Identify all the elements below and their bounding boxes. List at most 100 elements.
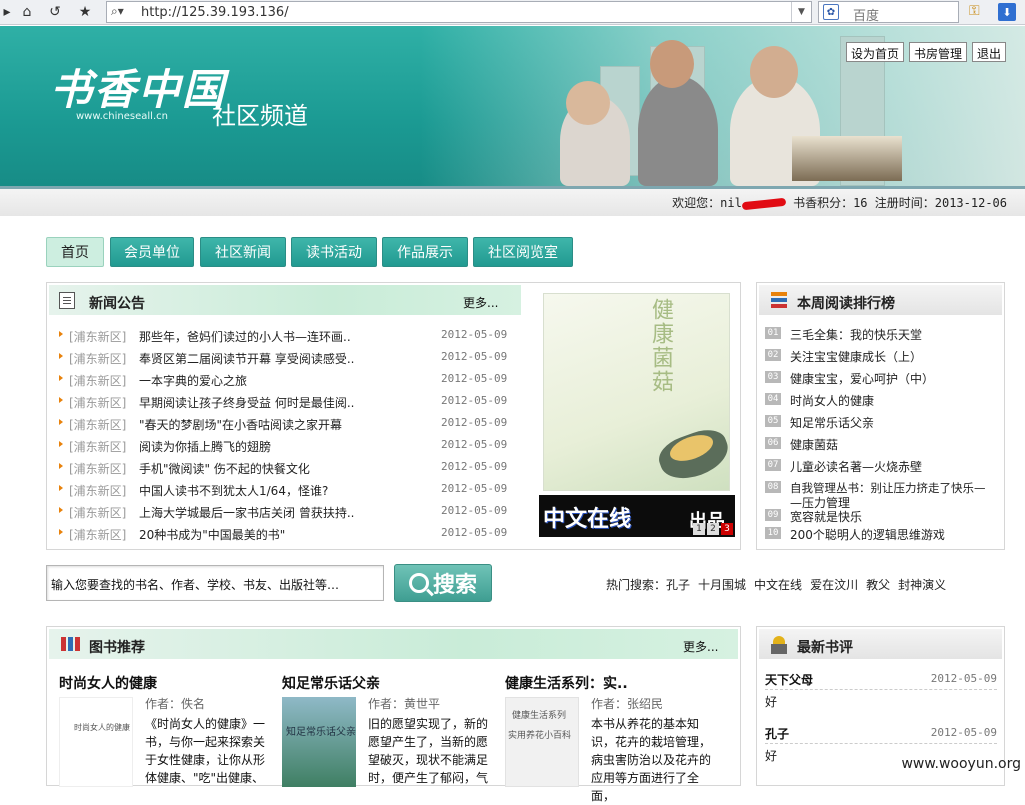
news-category[interactable]: [浦东新区] [69,328,126,345]
news-more-link[interactable]: 更多... [463,294,498,311]
news-category[interactable]: [浦东新区] [69,438,126,455]
news-category[interactable]: [浦东新区] [69,416,126,433]
news-title[interactable]: 上海大学城最后一家书店关闭 曾获扶持.. [139,504,354,521]
set-homepage-link[interactable]: 设为首页 [846,42,904,62]
welcome-text: 欢迎您：nil [672,196,742,210]
news-item[interactable]: [浦东新区]上海大学城最后一家书店关闭 曾获扶持..2012-05-09 [59,501,524,523]
ad-text: 中文在线 [543,501,631,533]
hot-search-link[interactable]: 十月围城 [698,578,746,592]
news-title[interactable]: 20种书成为"中国最美的书" [139,526,285,543]
key-icon[interactable]: ⚿ [969,3,987,21]
news-category[interactable]: [浦东新区] [69,372,126,389]
news-title[interactable]: 一本字典的爱心之旅 [139,372,247,389]
ad-page-button[interactable]: 1 [693,523,705,535]
news-title[interactable]: 阅读为你插上腾飞的翅膀 [139,438,271,455]
book-title[interactable]: 健康生活系列：实.. [505,673,628,693]
news-item[interactable]: [浦东新区] 20种书成为"中国最美的书" 2012-05-09 [59,523,524,545]
baidu-paw-icon[interactable]: ✿ [823,4,839,20]
nav-reading-room[interactable]: 社区阅览室 [473,237,573,267]
news-category[interactable]: [浦东新区] [69,482,126,499]
hot-search-link[interactable]: 孔子 [666,578,690,592]
document-icon [59,292,75,309]
ranking-item[interactable]: 04时尚女人的健康 [765,389,1005,411]
points-text: 书香积分：16 [793,196,867,210]
hot-search-link[interactable]: 爱在汶川 [810,578,858,592]
news-title[interactable]: 中国人读书不到犹太人1/64，怪谁? [139,482,328,499]
news-item[interactable]: [浦东新区]早期阅读让孩子终身受益 何时是最佳阅..2012-05-09 [59,391,524,413]
news-item[interactable]: [浦东新区]一本字典的爱心之旅2012-05-09 [59,369,524,391]
ad-page-button[interactable]: 2 [707,523,719,535]
news-title[interactable]: 早期阅读让孩子终身受益 何时是最佳阅.. [139,394,354,411]
news-item[interactable]: [浦东新区]奉贤区第二届阅读节开幕 享受阅读感受..2012-05-09 [59,347,524,369]
ranking-item[interactable]: 06健康菌菇 [765,433,1005,455]
logout-link[interactable]: 退出 [972,42,1006,62]
nav-home[interactable]: 首页 [46,237,104,267]
nav-member-units[interactable]: 会员单位 [110,237,194,267]
news-title[interactable]: 奉贤区第二届阅读节开幕 享受阅读感受.. [139,350,354,367]
review-book-title[interactable]: 孔子 [765,725,789,742]
news-item[interactable]: [浦东新区]"春天的梦剧场"在小香咕阅读之家开幕2012-05-09 [59,413,524,435]
news-date: 2012-05-09 [441,328,507,341]
rank-title[interactable]: 儿童必读名著—火烧赤壁 [790,458,922,475]
hot-search-link[interactable]: 封神演义 [898,578,946,592]
featured-book-image[interactable]: 健康菌菇 [543,293,730,491]
news-category[interactable]: [浦东新区] [69,394,126,411]
study-manage-link[interactable]: 书房管理 [909,42,967,62]
site-search-input[interactable]: 输入您要查找的书名、作者、学校、书友、出版社等… [46,565,384,601]
download-icon[interactable]: ⬇ [998,3,1016,21]
nav-reading-events[interactable]: 读书活动 [291,237,377,267]
nav-works-showcase[interactable]: 作品展示 [382,237,468,267]
recommended-book[interactable]: 时尚女人的健康 时尚女人的健康 作者：佚名 《时尚女人的健康》一书，与你一起来探… [59,673,269,783]
ranking-item[interactable]: 01三毛全集：我的快乐天堂 [765,323,1005,345]
news-item[interactable]: [浦东新区] 那些年，爸妈们读过的小人书—连环画.. 2012-05-09 [59,325,524,347]
ranking-item[interactable]: 10200个聪明人的逻辑思维游戏 [765,523,1005,545]
nav-community-news[interactable]: 社区新闻 [200,237,286,267]
news-category[interactable]: [浦东新区] [69,526,126,543]
hot-search-link[interactable]: 教父 [866,578,890,592]
news-title[interactable]: "春天的梦剧场"在小香咕阅读之家开幕 [139,416,342,433]
site-logo[interactable]: 书香中国 [50,56,226,117]
rank-title[interactable]: 时尚女人的健康 [790,392,874,409]
recommended-book[interactable]: 知足常乐话父亲 知足常乐话父亲 作者：黄世平 旧的愿望实现了，新的愿望产生了，当… [282,673,492,783]
news-item[interactable]: [浦东新区]中国人读书不到犹太人1/64，怪谁?2012-05-09 [59,479,524,501]
rank-title[interactable]: 三毛全集：我的快乐天堂 [790,326,922,343]
address-bar[interactable]: ⌕▾ http://125.39.193.136/ ▼ [106,1,812,23]
news-category[interactable]: [浦东新区] [69,350,126,367]
news-title[interactable]: 那些年，爸妈们读过的小人书—连环画.. [139,328,351,345]
recommend-panel-title: 图书推荐 [89,637,145,657]
news-category[interactable]: [浦东新区] [69,504,126,521]
ranking-item[interactable]: 03健康宝宝，爱心呵护（中） [765,367,1005,389]
recommend-more-link[interactable]: 更多... [683,638,718,655]
ranking-item[interactable]: 02关注宝宝健康成长（上） [765,345,1005,367]
review-book-title[interactable]: 天下父母 [765,671,813,688]
home-icon[interactable]: ⌂ [16,2,38,22]
news-panel-header: 新闻公告 更多... [49,285,521,315]
book-title[interactable]: 知足常乐话父亲 [282,673,380,693]
news-title[interactable]: 手机"微阅读" 伤不起的快餐文化 [139,460,310,477]
news-category[interactable]: [浦东新区] [69,460,126,477]
bookmark-star-icon[interactable]: ★ [74,2,96,22]
news-item[interactable]: [浦东新区] 手机"微阅读" 伤不起的快餐文化 2012-05-09 [59,457,524,479]
chevron-down-icon[interactable]: ▼ [791,2,811,22]
rank-title[interactable]: 健康宝宝，爱心呵护（中） [790,370,934,387]
rank-title[interactable]: 200个聪明人的逻辑思维游戏 [790,526,945,543]
news-date: 2012-05-09 [441,526,507,539]
news-item[interactable]: [浦东新区]阅读为你插上腾飞的翅膀2012-05-09 [59,435,524,457]
ad-banner[interactable]: 中文在线 出品 1 2 3 [539,495,735,537]
site-logo-url: www.chineseall.cn [76,111,168,122]
rank-title[interactable]: 关注宝宝健康成长（上） [790,348,922,365]
book-title[interactable]: 时尚女人的健康 [59,673,157,693]
browser-search-box[interactable]: ✿ 百度 [818,1,959,23]
recommended-book[interactable]: 健康生活系列：实.. 健康生活系列 实用养花小百科 作者：张绍民 本书从养花的基… [505,673,715,783]
rank-title[interactable]: 健康菌菇 [790,436,838,453]
ad-page-button[interactable]: 3 [721,523,733,535]
rank-title[interactable]: 知足常乐话父亲 [790,414,874,431]
news-date: 2012-05-09 [441,460,507,473]
ranking-item[interactable]: 07儿童必读名著—火烧赤壁 [765,455,1005,477]
reload-icon[interactable]: ↺ [44,2,66,22]
rank-number: 05 [765,415,781,427]
site-search-button[interactable]: 搜索 [394,564,492,602]
hot-search-link[interactable]: 中文在线 [754,578,802,592]
address-url[interactable]: http://125.39.193.136/ [141,5,289,20]
ranking-item[interactable]: 05 知足常乐话父亲 [765,411,1005,433]
